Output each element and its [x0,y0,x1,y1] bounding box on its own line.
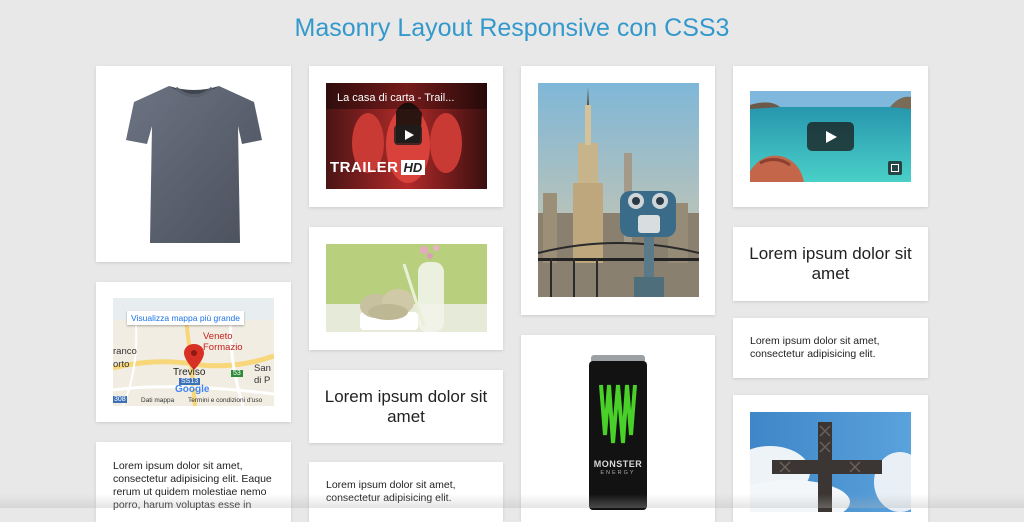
card-text: Lorem ipsum dolor sit amet, consectetur … [326,479,456,504]
map-view[interactable]: Visualizza mappa più grande Veneto Forma… [113,298,274,406]
card-text-mid[interactable]: Lorem ipsum dolor sit amet, consectetur … [309,462,503,522]
card-map[interactable]: Visualizza mappa più grande Veneto Forma… [96,282,291,422]
fullscreen-icon[interactable] [888,161,902,175]
map-footer-terms[interactable]: Termini e condizioni d'uso [188,397,262,404]
card-text-long[interactable]: Lorem ipsum dolor sit amet, consectetur … [96,442,291,522]
card-video-2[interactable] [733,66,928,207]
sea-video-image[interactable] [750,91,911,182]
map-footer-data[interactable]: Dati mappa [141,397,174,404]
card-text: Lorem ipsum dolor sit amet, consectetur … [113,460,272,511]
card-heading: Lorem ipsum dolor sit amet [324,387,488,426]
can-brand: MONSTER [593,459,643,469]
card-building[interactable] [521,66,715,315]
video-title[interactable]: La casa di carta - Trail... [337,92,454,104]
google-logo: Google [175,384,210,395]
trailer-badge-text: TRAILER [330,159,399,176]
play-icon[interactable] [807,122,854,151]
card-tshirt[interactable] [96,66,291,262]
card-can[interactable]: MONSTER ENERGY [521,335,715,522]
map-road-bottom: 308 [113,396,127,403]
tshirt-image [114,78,274,248]
map-left-label: ranco [113,346,137,357]
map-right-label: San [254,363,271,374]
play-icon[interactable] [394,125,422,145]
card-text: Lorem ipsum dolor sit amet, consectetur … [750,335,880,360]
hd-badge-text: HD [400,160,426,175]
card-heading-right[interactable]: Lorem ipsum dolor sit amet [733,227,928,301]
card-heading: Lorem ipsum dolor sit amet [749,244,912,283]
map-left-label-2: orto [113,359,130,370]
map-link[interactable]: Visualizza mappa più grande [127,311,244,325]
card-video-1[interactable]: La casa di carta - Trail... TRAILER HD [309,66,503,207]
map-city-label: Treviso [173,367,206,378]
map-road-right: 53 [231,370,243,377]
can-sub: ENERGY [600,470,636,476]
map-right-label-2: di P [254,375,271,386]
card-heading-mid[interactable]: Lorem ipsum dolor sit amet [309,370,503,443]
trailer-badge: TRAILER HD [330,158,426,177]
icecream-image [326,244,487,332]
card-cross[interactable] [733,395,928,522]
monster-can-image: MONSTER ENERGY [587,355,649,510]
card-text-right[interactable]: Lorem ipsum dolor sit amet, consectetur … [733,318,928,378]
cross-image [750,412,911,512]
page-title: Masonry Layout Responsive con CSS3 [294,14,730,42]
map-place-label: Veneto Formazio [203,331,243,353]
card-icecream[interactable] [309,227,503,350]
empire-state-image [538,83,699,297]
video-player[interactable]: La casa di carta - Trail... TRAILER HD [326,83,487,189]
